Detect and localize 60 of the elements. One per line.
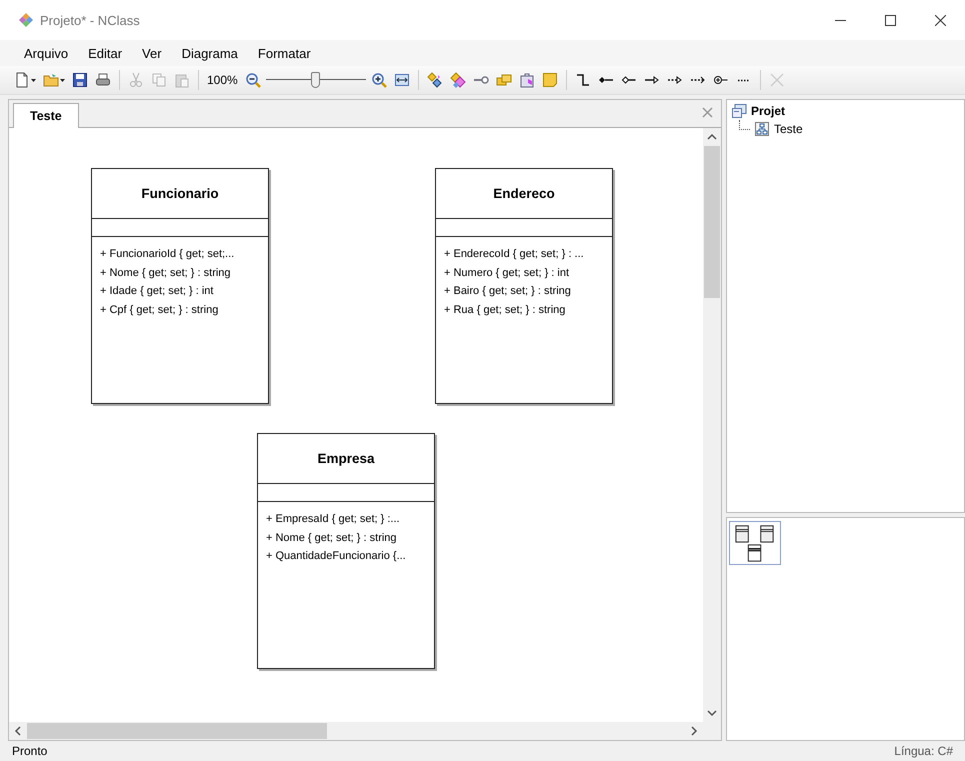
window-icon xyxy=(394,72,410,88)
class-member: + Nome { get; set; } : string xyxy=(266,530,398,546)
class-member: + QuantidadeFuncionario {... xyxy=(266,549,407,564)
status-text: Pronto xyxy=(12,744,48,758)
zoom-in-icon xyxy=(370,72,387,88)
class-member: + Rua { get; set; } : string xyxy=(444,302,566,318)
menu-item[interactable]: Arquivo xyxy=(14,42,78,64)
class-member: + EnderecoId { get; set; } : ... xyxy=(444,247,585,262)
class-member: + Nome { get; set; } : string xyxy=(100,266,232,280)
diamond-pair-icon xyxy=(450,72,466,88)
diamond-shapes-icon xyxy=(426,72,443,88)
close-icon xyxy=(934,14,946,26)
class-name: Funcionario xyxy=(141,186,219,201)
zoom-level: 100% xyxy=(206,73,239,87)
caret-icon xyxy=(60,78,65,82)
note-icon xyxy=(542,72,558,88)
diagram-icon xyxy=(754,121,770,137)
class-name: Endereco xyxy=(493,186,555,201)
zoom-out-icon xyxy=(244,72,261,88)
delete-icon xyxy=(768,72,785,88)
scissors-icon xyxy=(128,72,144,88)
folder-icon xyxy=(43,72,59,88)
class-box[interactable]: Endereco + EnderecoId { get; set; } : ... + Numero { get; set; } : int + Bairo { get; set; } : string + Rua { get; set; } : string xyxy=(435,168,613,404)
language-indicator: Língua: C# xyxy=(894,744,953,758)
elbow-line-icon xyxy=(574,72,591,88)
menu-item[interactable]: Ver xyxy=(132,42,172,64)
menu-item[interactable]: Diagrama xyxy=(172,42,248,64)
window-title: Projeto* - NClass xyxy=(40,12,140,28)
tree-item[interactable]: Teste xyxy=(774,122,803,136)
clipboard-icon xyxy=(174,72,190,88)
zoom-slider[interactable] xyxy=(266,70,366,90)
briefcase-icon xyxy=(518,72,535,88)
class-box[interactable]: Funcionario + FuncionarioId { get; set;... + Nome { get; set; } : string + Idade { get; set; } : int + Cpf { get; set; } : string xyxy=(91,168,269,404)
dotted-line-icon xyxy=(736,78,751,82)
diagram-thumbnail-drawing[interactable] xyxy=(729,521,781,565)
add-structure-button[interactable] xyxy=(448,70,468,90)
class-box[interactable]: Empresa + EmpresaId { get; set; } :... + Nome { get; set; } : string + QuantidadeFuncionario {... xyxy=(257,433,435,669)
caret-icon xyxy=(31,78,36,82)
class-member: + Cpf { get; set; } : string xyxy=(100,302,220,318)
class-member: + Numero { get; set; } : int xyxy=(444,266,570,280)
menu-item[interactable]: Formatar xyxy=(248,42,321,64)
scrollbar-thumb[interactable] xyxy=(704,146,720,298)
maximize-icon xyxy=(884,14,896,26)
class-name: Empresa xyxy=(317,451,375,466)
class-member: + FuncionarioId { get; set;... xyxy=(100,247,236,262)
tree-item[interactable]: Projet xyxy=(751,104,786,118)
scrollbar-thumb[interactable] xyxy=(27,723,327,739)
page-icon xyxy=(14,72,30,88)
pages-icon xyxy=(151,72,167,88)
save-button[interactable] xyxy=(70,70,90,90)
class-member: + EmpresaId { get; set; } :... xyxy=(266,512,401,527)
menu-item[interactable]: Editar xyxy=(78,42,132,64)
class-member: + Bairo { get; set; } : string xyxy=(444,284,572,299)
slider-thumb[interactable] xyxy=(310,72,320,88)
printer-icon xyxy=(95,72,111,88)
app-logo-icon xyxy=(18,12,34,28)
class-member: + Idade { get; set; } : int xyxy=(100,284,214,299)
tab[interactable]: Teste xyxy=(13,103,79,128)
windows-icon xyxy=(731,103,747,119)
cards-icon xyxy=(496,72,512,88)
